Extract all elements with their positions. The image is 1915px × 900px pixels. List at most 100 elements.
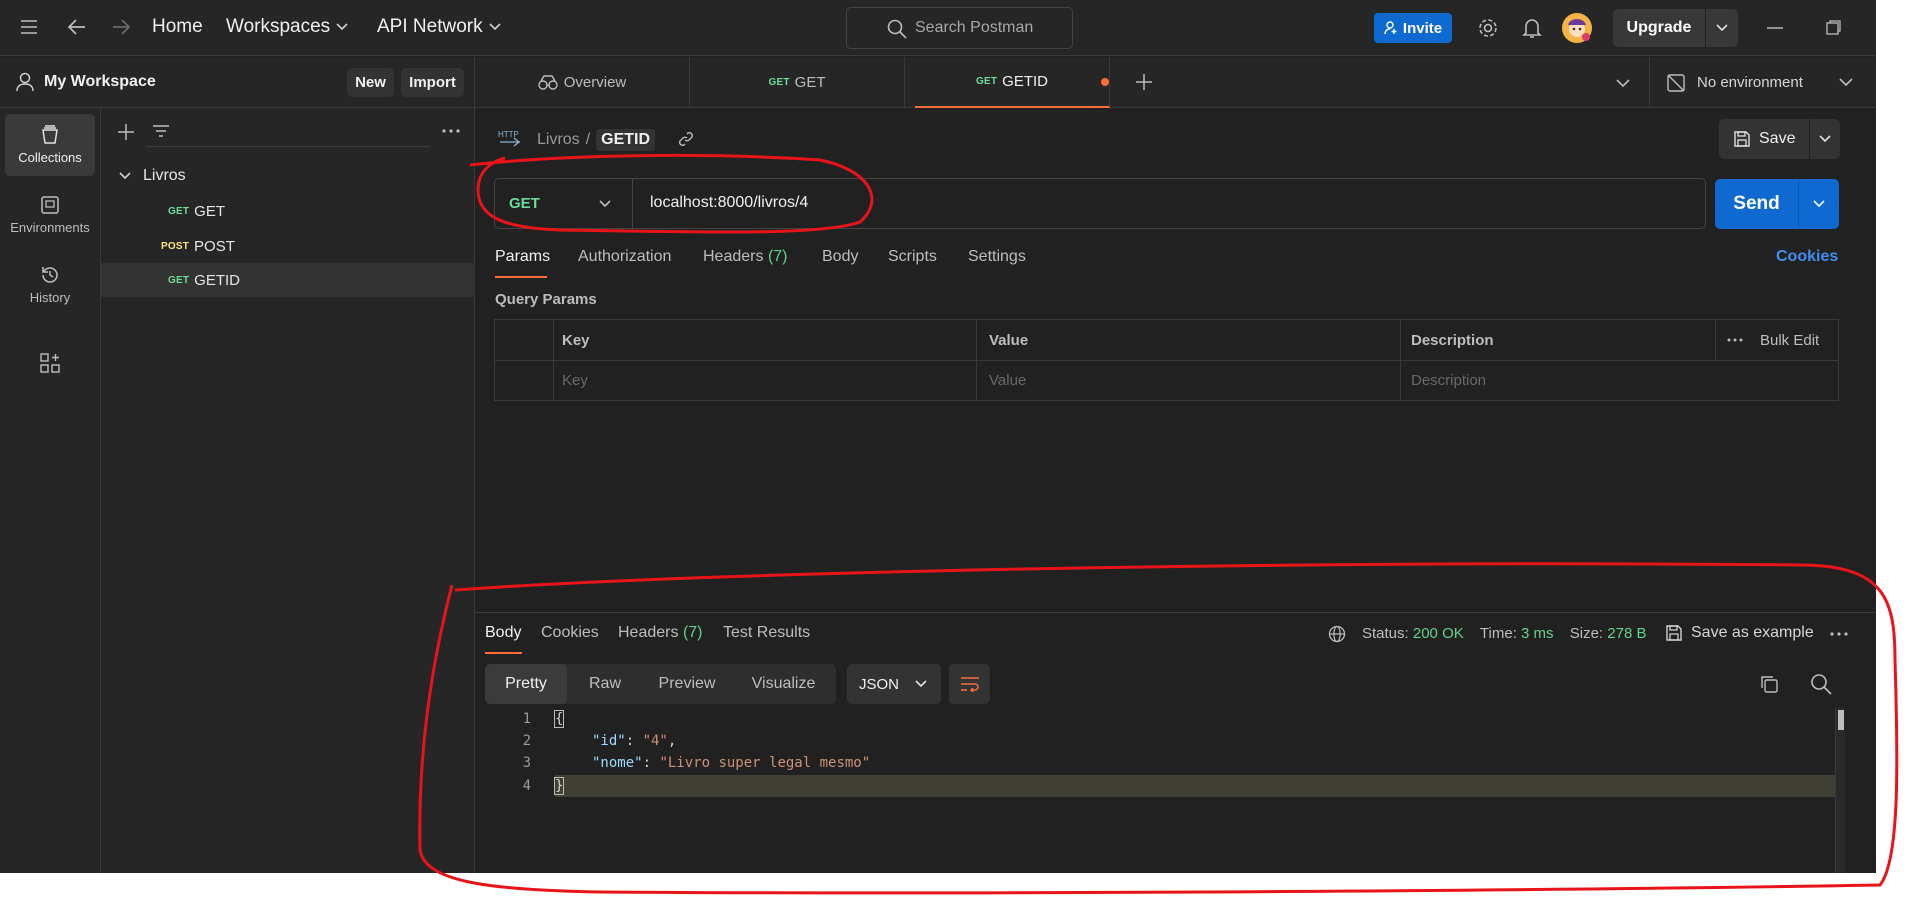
avatar[interactable] [1562,13,1592,43]
column-header-value: Value [989,332,1029,349]
tab-settings[interactable]: Settings [968,248,1026,266]
tab-body[interactable]: Body [822,248,858,266]
divider [976,320,977,400]
minimize-window-icon[interactable] [1767,27,1783,29]
rail-collections[interactable]: Collections [5,114,95,176]
settings-gear-icon[interactable] [1477,17,1499,39]
key-input[interactable]: Key [562,372,588,389]
more-options-icon[interactable] [1727,338,1743,342]
request-item-getid[interactable]: GET GETID [101,263,475,297]
format-visualize[interactable]: Visualize [731,664,836,704]
more-options-icon[interactable] [1830,632,1848,636]
chevron-down-icon [489,23,501,31]
method-select[interactable]: GET [495,179,633,228]
nav-home-label: Home [152,16,203,37]
query-params-title: Query Params [495,291,597,308]
bulk-edit-link[interactable]: Bulk Edit [1760,332,1819,349]
add-collection-icon[interactable] [117,123,135,141]
breadcrumb-collection[interactable]: Livros [537,131,580,149]
send-options-chevron-icon[interactable] [1799,179,1839,229]
response-tab-body[interactable]: Body [485,624,521,642]
collection-livros[interactable]: Livros [101,159,475,193]
active-tab-underline [495,276,547,278]
request-name: POST [194,237,235,255]
method-badge: GET [768,77,790,88]
tab-authorization[interactable]: Authorization [578,248,671,266]
configure-sidebar-icon[interactable] [40,353,60,373]
format-raw[interactable]: Raw [567,664,643,704]
divider [1649,57,1650,108]
response-tab-headers[interactable]: Headers (7) [618,624,703,642]
import-button[interactable]: Import [401,68,464,97]
back-arrow-icon[interactable] [67,18,87,36]
response-body-editor[interactable]: 1 { 2 "id": "4", 3 "nome": "Livro super … [475,708,1845,873]
nav-home[interactable]: Home [152,16,203,38]
tab-overview[interactable]: Overview [475,57,690,108]
tab-headers-label: Headers [703,248,764,265]
http-badge-text: HTTP [498,130,519,139]
unsaved-dot [1101,78,1109,86]
chevron-down-icon[interactable] [1810,135,1840,143]
save-button[interactable]: Save [1719,130,1809,148]
json-comma: , [667,733,677,749]
copy-icon[interactable] [1759,674,1779,694]
headers-count: (7) [767,248,788,265]
divider [495,360,1838,361]
hamburger-menu-icon[interactable] [20,19,38,35]
url-input[interactable]: localhost:8000/livros/4 [650,194,808,212]
rail-history[interactable]: History [5,254,95,316]
status-label: Status: [1362,625,1409,642]
save-as-example-button[interactable]: Save as example [1665,624,1814,642]
request-name: GETID [194,271,241,289]
tab-params[interactable]: Params [495,248,550,266]
user-icon [16,72,34,92]
copy-link-icon[interactable] [678,131,694,147]
tab-scripts[interactable]: Scripts [888,248,937,266]
notifications-bell-icon[interactable] [1522,17,1542,39]
search-input[interactable]: Search Postman [846,7,1073,49]
format-toggle-group: Pretty Raw Preview Visualize [485,664,836,704]
editor-scrollbar[interactable] [1835,708,1845,873]
line-number: 4 [522,778,531,794]
response-tab-test-results[interactable]: Test Results [723,624,810,642]
upgrade-button[interactable]: Upgrade [1613,9,1738,47]
nav-workspaces[interactable]: Workspaces [226,16,348,38]
send-button[interactable]: Send [1715,179,1798,229]
new-tab-plus-icon[interactable] [1135,73,1153,91]
search-icon[interactable] [1810,673,1832,695]
save-icon [1665,624,1683,642]
scrollbar-thumb[interactable] [1838,710,1844,730]
response-tab-cookies[interactable]: Cookies [541,624,599,642]
tab-getid[interactable]: GET GETID [915,57,1110,108]
tab-get[interactable]: GET GET [690,57,905,108]
language-select[interactable]: JSON [847,664,941,704]
response-divider [475,612,1876,613]
wrap-lines-button[interactable] [949,664,990,704]
new-button[interactable]: New [347,68,394,97]
size-value: 278 B [1607,625,1647,642]
description-input[interactable]: Description [1411,372,1486,389]
value-input[interactable]: Value [989,372,1026,389]
more-options-icon[interactable] [442,129,460,133]
forward-arrow-icon[interactable] [111,18,131,36]
breadcrumb-request[interactable]: GETID [596,129,656,151]
breadcrumb-separator: / [585,131,591,148]
cookies-link[interactable]: Cookies [1776,248,1838,266]
rail-environments[interactable]: Environments [5,184,95,246]
filter-collections-input[interactable] [146,117,430,147]
environment-selector[interactable]: No environment [1667,57,1853,108]
format-pretty[interactable]: Pretty [485,664,567,704]
wrap-lines-icon [960,676,980,692]
tabs-overflow-chevron-icon[interactable] [1616,79,1630,88]
chevron-down-icon[interactable] [1706,24,1738,32]
environment-label: No environment [1697,74,1803,91]
format-preview[interactable]: Preview [643,664,731,704]
active-tab-underline [485,652,522,654]
request-item-get[interactable]: GET GET [101,194,475,228]
rail-environments-label: Environments [10,220,90,235]
tab-headers[interactable]: Headers (7) [703,248,788,266]
restore-window-icon[interactable] [1826,20,1841,35]
invite-button[interactable]: Invite [1374,13,1452,43]
nav-api-network[interactable]: API Network [377,16,501,38]
request-item-post[interactable]: POST POST [101,229,475,263]
